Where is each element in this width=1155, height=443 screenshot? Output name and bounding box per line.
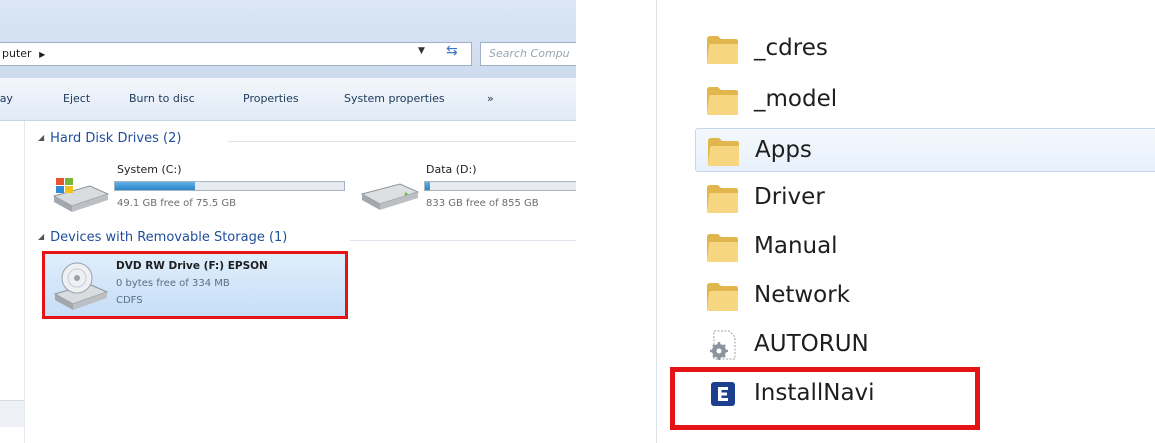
drive-usage-bar — [114, 181, 345, 191]
folder-listing: _cdres _model Apps Driver Manual Network… — [656, 0, 1155, 443]
search-placeholder: Search Compu — [489, 47, 570, 60]
navigation-pane[interactable] — [0, 121, 25, 443]
item-label: Manual — [754, 233, 838, 259]
folder-icon — [707, 185, 738, 213]
group-label: Hard Disk Drives (2) — [50, 131, 182, 146]
group-label: Devices with Removable Storage (1) — [50, 230, 288, 245]
drive-usage-fill — [115, 182, 196, 190]
drive-free-space: 49.1 GB free of 75.5 GB — [117, 198, 236, 209]
list-item-apps[interactable]: Apps — [695, 128, 1155, 172]
list-item-cdres[interactable]: _cdres — [697, 27, 1155, 71]
collapse-triangle-icon[interactable]: ◢ — [38, 133, 44, 142]
drive-name: System (C:) — [117, 163, 182, 176]
navigation-pane-scroll[interactable] — [0, 400, 24, 427]
item-label: _model — [754, 86, 838, 112]
explorer-window: puter ▶ ▼ ⇆ Search Compu Play Eject Burn… — [0, 0, 576, 443]
list-item-autorun[interactable]: AUTORUN — [697, 323, 1155, 367]
list-item-model[interactable]: _model — [697, 78, 1155, 122]
address-bar-area: puter ▶ ▼ ⇆ Search Compu — [0, 0, 576, 78]
group-divider — [350, 240, 576, 241]
drive-usage-fill — [425, 182, 430, 190]
refresh-icon[interactable]: ⇆ — [446, 43, 458, 59]
burn-to-disc-button[interactable]: Burn to disc — [129, 92, 195, 105]
group-header-hard-disk-drives[interactable]: ◢ Hard Disk Drives (2) — [38, 131, 181, 146]
list-item-network[interactable]: Network — [697, 274, 1155, 318]
more-commands-button[interactable]: » — [487, 92, 494, 105]
hard-drive-icon — [360, 183, 420, 210]
folder-icon — [707, 283, 738, 311]
folder-icon — [707, 234, 738, 262]
drive-free-space: 833 GB free of 855 GB — [426, 198, 539, 209]
address-field[interactable]: puter ▶ — [0, 42, 472, 66]
settings-file-icon — [710, 330, 736, 360]
folder-icon — [707, 87, 738, 115]
folder-icon — [708, 138, 739, 166]
group-header-removable-storage[interactable]: ◢ Devices with Removable Storage (1) — [38, 230, 287, 245]
item-label: Driver — [754, 184, 825, 210]
drive-name: Data (D:) — [426, 163, 477, 176]
folder-icon — [707, 36, 738, 64]
autoplay-button[interactable]: Play — [0, 92, 13, 105]
breadcrumb-arrow-icon[interactable]: ▶ — [39, 50, 45, 59]
highlight-box-dvd-drive — [42, 251, 348, 319]
drive-usage-bar — [424, 181, 576, 191]
search-input[interactable]: Search Compu — [480, 42, 576, 66]
command-toolbar: Play Eject Burn to disc Properties Syste… — [0, 78, 576, 121]
system-properties-button[interactable]: System properties — [344, 92, 445, 105]
address-dropdown-icon[interactable]: ▼ — [418, 46, 425, 56]
item-label: _cdres — [754, 35, 828, 61]
address-text: puter — [2, 47, 32, 60]
item-label: Network — [754, 282, 851, 308]
list-item-manual[interactable]: Manual — [697, 225, 1155, 269]
list-item-driver[interactable]: Driver — [697, 176, 1155, 220]
item-label: AUTORUN — [754, 331, 869, 357]
collapse-triangle-icon[interactable]: ◢ — [38, 232, 44, 241]
item-label: Apps — [755, 137, 812, 163]
highlight-box-installnavi — [670, 367, 980, 430]
eject-button[interactable]: Eject — [63, 92, 90, 105]
properties-button[interactable]: Properties — [243, 92, 299, 105]
windows-drive-icon — [52, 178, 110, 212]
panel-gap — [576, 0, 656, 443]
group-divider — [228, 141, 576, 142]
